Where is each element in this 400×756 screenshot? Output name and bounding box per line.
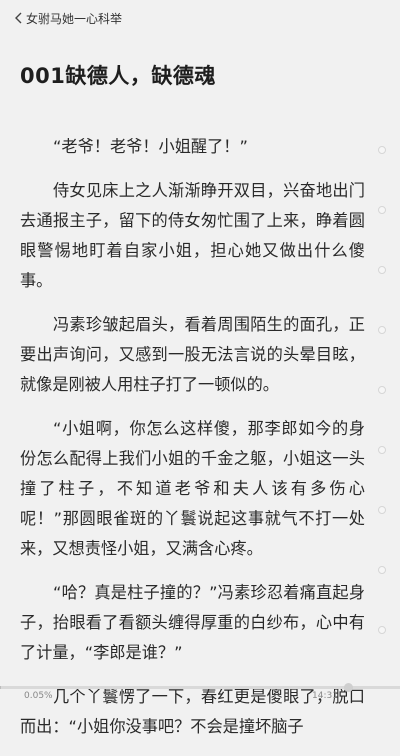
top-bar: 女驸马她一心科举 xyxy=(0,0,400,36)
progress-handle[interactable] xyxy=(344,683,353,692)
page-marker-dot[interactable] xyxy=(378,266,386,274)
reading-progress-bar[interactable] xyxy=(0,686,400,689)
page-marker-dot[interactable] xyxy=(378,326,386,334)
page-marker-dot[interactable] xyxy=(378,206,386,214)
chapter-content: “老爷！老爷！小姐醒了！” 侍女见床上之人渐渐睁开双目，兴奋地出门去通报主子，留… xyxy=(20,132,365,756)
progress-percent: 0.05% xyxy=(24,691,53,701)
reader-footer: 0.05% 14:31 xyxy=(0,682,400,712)
paragraph: “老爷！老爷！小姐醒了！” xyxy=(20,132,365,162)
page-marker-dot[interactable] xyxy=(378,446,386,454)
page-marker-dot[interactable] xyxy=(378,566,386,574)
paragraph: “哈？真是柱子撞的？”冯素珍忍着痛直起身子，抬眼看了看额头缠得厚重的白纱布，心中… xyxy=(20,578,365,668)
back-button[interactable]: 女驸马她一心科举 xyxy=(14,10,122,26)
paragraph: 冯素珍皱起眉头，看着周围陌生的面孔，正要出声询问，又感到一股无法言说的头晕目眩，… xyxy=(20,310,365,400)
clock-time: 14:31 xyxy=(312,691,338,701)
page-marker-dot[interactable] xyxy=(378,386,386,394)
book-title: 女驸马她一心科举 xyxy=(26,10,122,27)
page-marker-dot[interactable] xyxy=(378,146,386,154)
page-marker-dot[interactable] xyxy=(378,626,386,634)
paragraph: 侍女见床上之人渐渐睁开双目，兴奋地出门去通报主子，留下的侍女匆忙围了上来，睁着圆… xyxy=(20,176,365,296)
chevron-left-icon xyxy=(14,12,24,24)
chapter-title: 001缺德人，缺德魂 xyxy=(20,60,216,90)
paragraph: “小姐啊，你怎么这样傻，那李郎如今的身份怎么配得上我们小姐的千金之躯，小姐这一头… xyxy=(20,414,365,564)
page-marker-dot[interactable] xyxy=(378,506,386,514)
